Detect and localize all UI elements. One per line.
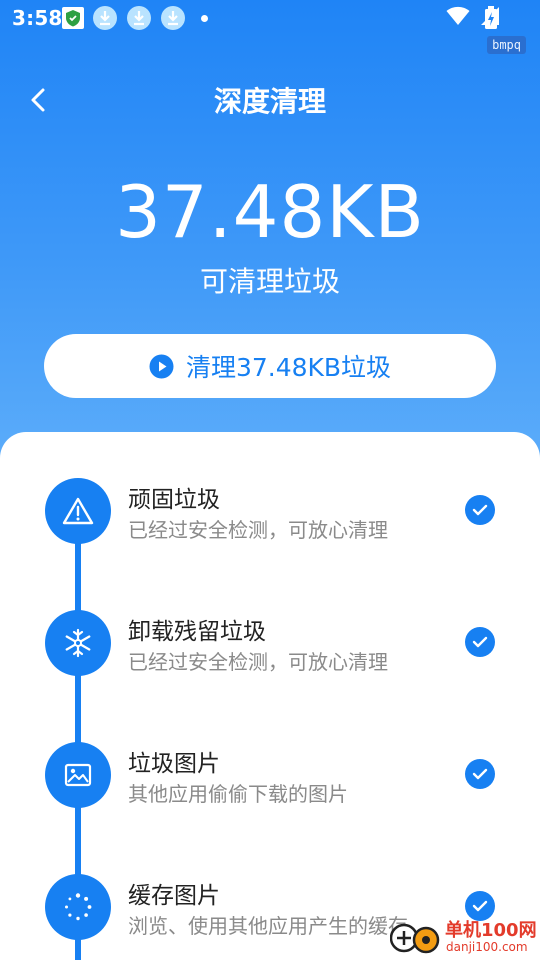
clean-junk-button-label: 清理37.48KB垃圾 <box>185 353 392 382</box>
list-item-title: 顽固垃圾 <box>128 487 220 513</box>
status-tag: bmpq <box>487 36 526 54</box>
watermark: 单机100网 danji100.com <box>389 912 540 960</box>
image-icon <box>45 742 111 808</box>
watermark-logo-icon <box>389 918 442 958</box>
shield-notification-icon <box>62 7 84 29</box>
list-item-title: 垃圾图片 <box>128 751 220 777</box>
list-item-description: 其他应用偷偷下载的图片 <box>128 782 348 806</box>
warning-triangle-icon <box>45 478 111 544</box>
clean-junk-button[interactable]: 清理37.48KB垃圾 <box>44 334 496 398</box>
loading-spinner-icon <box>45 874 111 940</box>
watermark-url: danji100.com <box>446 940 528 954</box>
junk-size-subtitle: 可清理垃圾 <box>199 265 340 298</box>
play-circle-icon <box>149 354 174 379</box>
list-item-description: 已经过安全检测，可放心清理 <box>128 518 388 542</box>
page-title: 深度清理 <box>213 85 326 118</box>
list-item[interactable]: 卸载残留垃圾 已经过安全检测，可放心清理 <box>0 610 540 710</box>
wifi-icon <box>446 6 470 30</box>
checkmark-icon[interactable] <box>465 627 495 657</box>
junk-size-value: 37.48KB <box>115 170 425 254</box>
checkmark-icon[interactable] <box>465 759 495 789</box>
list-item[interactable]: 垃圾图片 其他应用偷偷下载的图片 <box>0 742 540 842</box>
download-icon <box>93 6 117 30</box>
list-item[interactable]: 顽固垃圾 已经过安全检测，可放心清理 <box>0 478 540 578</box>
list-item-title: 卸载残留垃圾 <box>128 619 266 645</box>
download-icon <box>127 6 151 30</box>
list-item-description: 浏览、使用其他应用产生的缓存 <box>128 914 408 938</box>
list-item-title: 缓存图片 <box>128 883 220 909</box>
snowflake-icon <box>45 610 111 676</box>
download-icon <box>161 6 185 30</box>
status-bar: 3:58 bmpq <box>0 0 540 54</box>
watermark-name: 单机100网 <box>445 920 537 941</box>
checkmark-icon[interactable] <box>465 495 495 525</box>
list-item-description: 已经过安全检测，可放心清理 <box>128 650 388 674</box>
status-time: 3:58 <box>12 6 63 30</box>
battery-charging-icon <box>484 6 498 34</box>
dot-icon <box>201 15 208 22</box>
